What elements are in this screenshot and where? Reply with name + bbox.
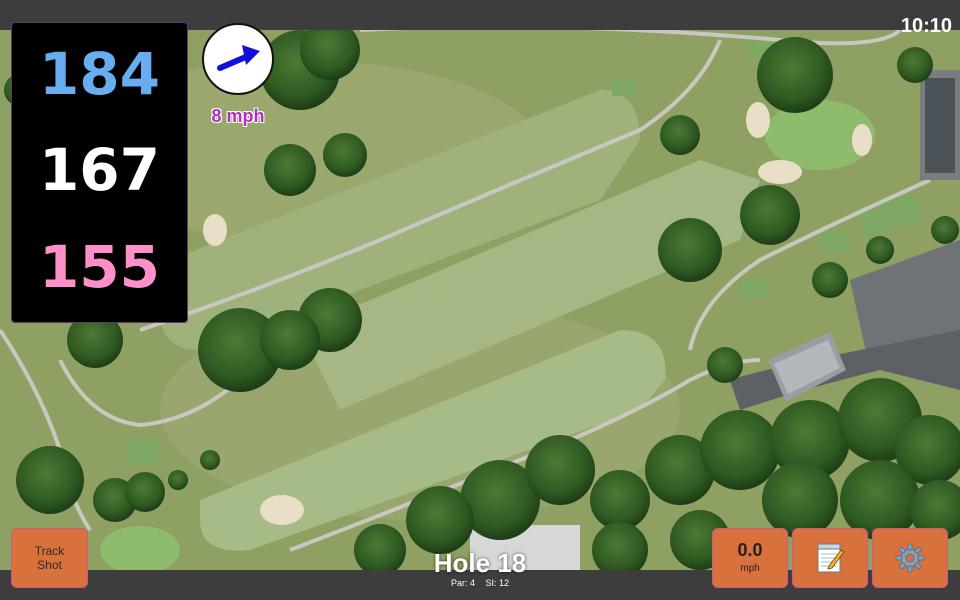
center-distance: 167 <box>38 136 161 204</box>
hole-title: Hole 18 <box>433 548 527 578</box>
hole-par: Par: 4 <box>450 578 475 588</box>
hole-stroke-index: SI: 12 <box>485 578 510 588</box>
speed-value: 0.0 <box>737 540 763 560</box>
speed-unit: mph <box>740 563 760 574</box>
clock-time: 10:10 <box>900 15 952 37</box>
back-distance: 184 <box>38 40 161 108</box>
notepad-icon <box>817 543 845 573</box>
wind-speed: 8 mph <box>211 106 265 126</box>
settings-button[interactable] <box>872 528 948 588</box>
front-distance: 155 <box>38 233 161 301</box>
track-shot-button[interactable]: Track Shot <box>11 528 88 588</box>
notes-button[interactable] <box>792 528 868 588</box>
speed-button[interactable]: 0.0 mph <box>712 528 788 588</box>
track-shot-label-line2: Shot <box>37 558 62 572</box>
hole-details: Par: 4 SI: 12 <box>380 577 580 589</box>
wind-direction-dial <box>202 23 274 95</box>
arrow-right-icon <box>217 45 260 71</box>
distance-panel: 184 167 155 <box>11 22 188 323</box>
gear-icon <box>895 543 925 573</box>
track-shot-label-line1: Track <box>34 544 65 558</box>
